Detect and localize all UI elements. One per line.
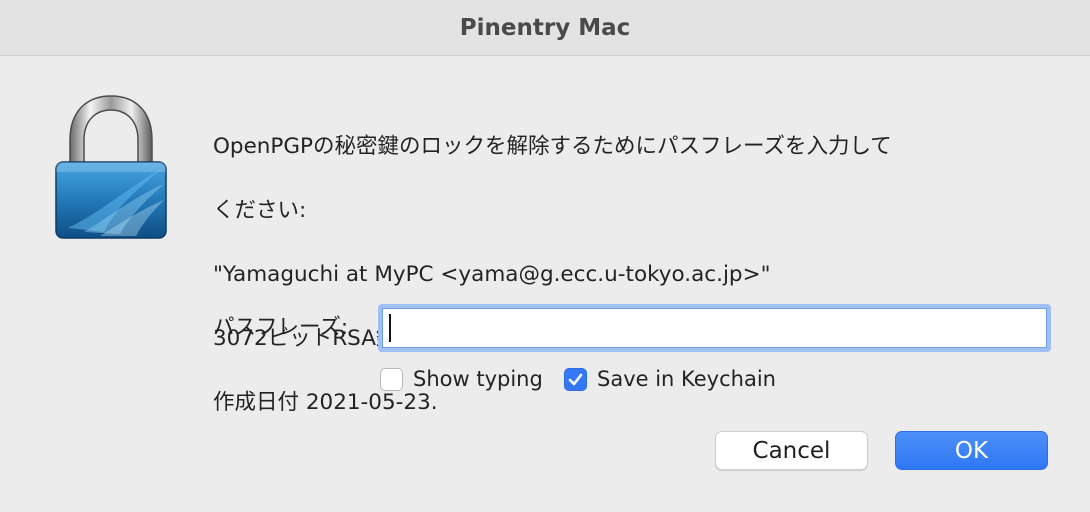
text-caret [389,314,391,342]
key-user-id: "Yamaguchi at MyPC <yama@g.ecc.u-tokyo.a… [213,262,771,287]
show-typing-checkbox[interactable] [380,367,403,391]
passphrase-input[interactable] [378,304,1051,352]
pinentry-dialog: Pinentry Mac OpenPGPの秘密鍵のロックを解除するためにパスフレ… [0,0,1090,512]
save-in-keychain-label[interactable]: Save in Keychain [597,367,776,391]
save-in-keychain-checkbox[interactable] [564,367,587,391]
window-title: Pinentry Mac [459,14,631,41]
message-line: OpenPGPの秘密鍵のロックを解除するためにパスフレーズを入力して [213,134,892,159]
checkmark-icon [568,373,583,385]
show-typing-option[interactable]: Show typing [380,366,543,392]
ok-button[interactable]: OK [895,431,1048,470]
message-line: ください: [213,198,307,223]
prompt-message: OpenPGPの秘密鍵のロックを解除するためにパスフレーズを入力して ください:… [213,99,1013,451]
passphrase-label: パスフレーズ: [213,315,349,340]
save-in-keychain-option[interactable]: Save in Keychain [564,366,776,392]
cancel-button[interactable]: Cancel [715,431,868,470]
show-typing-label[interactable]: Show typing [413,367,543,391]
padlock-icon [55,95,167,239]
title-bar[interactable]: Pinentry Mac [0,0,1090,56]
